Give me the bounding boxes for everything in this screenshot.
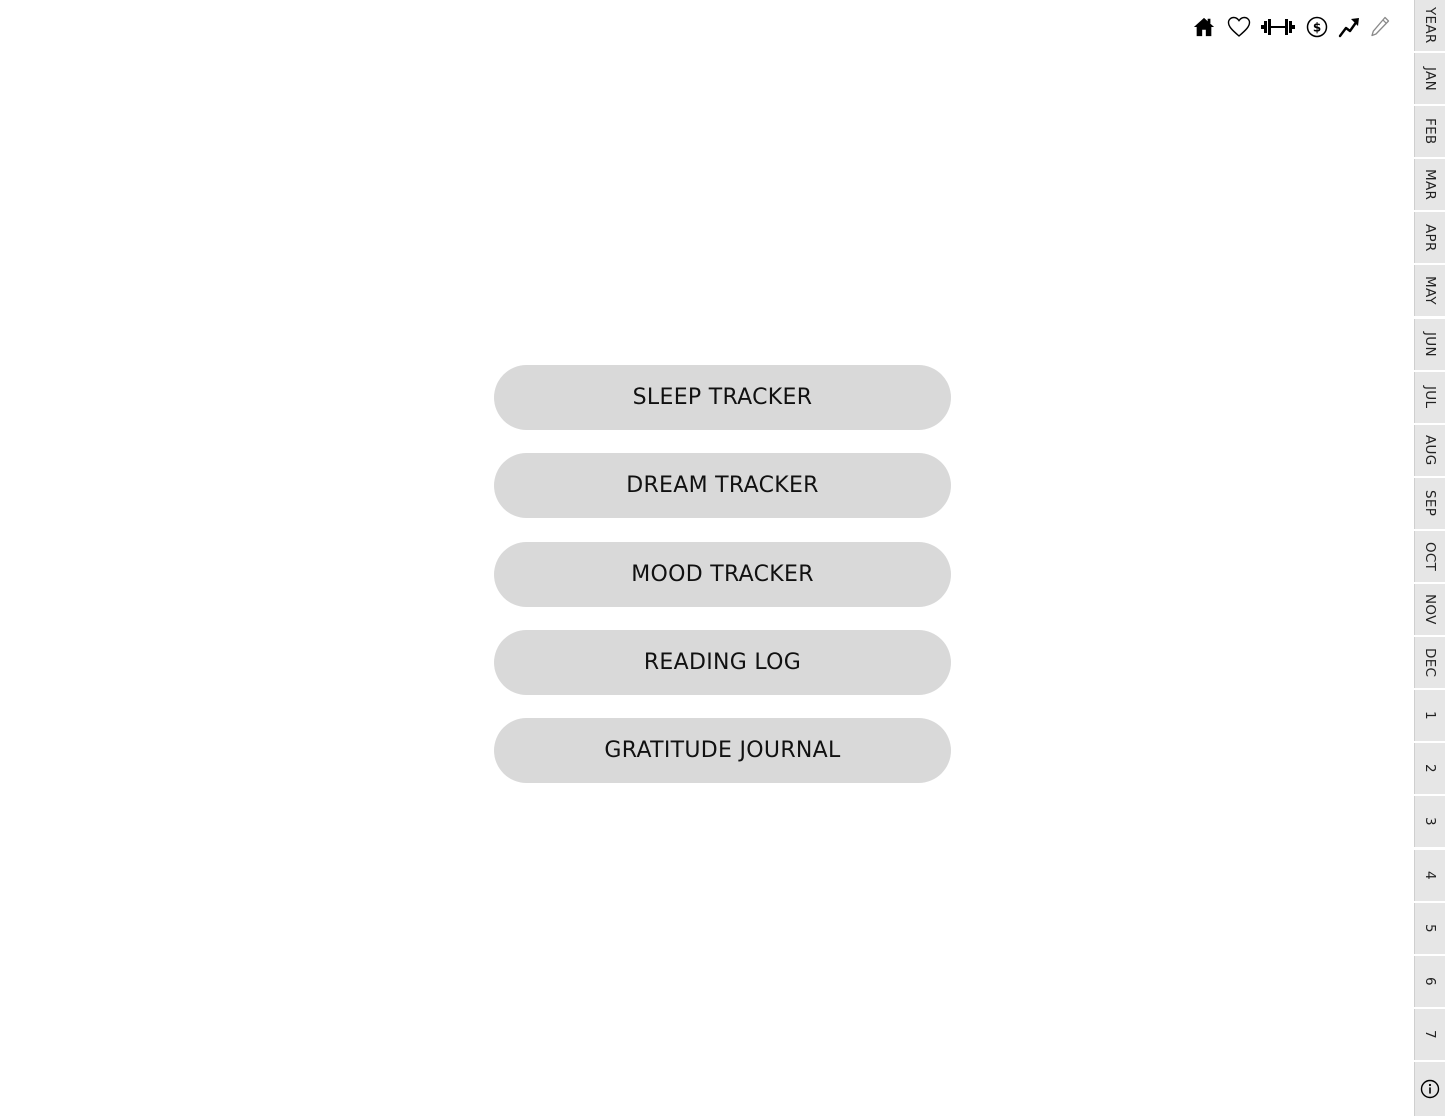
heart-icon[interactable]	[1224, 12, 1254, 42]
tab-oct[interactable]: OCT	[1414, 530, 1445, 582]
tab-label: JUL	[1422, 386, 1438, 409]
mood-tracker-button[interactable]: MOOD TRACKER	[494, 541, 951, 607]
svg-text:$: $	[1313, 21, 1321, 35]
tab-feb[interactable]: FEB	[1414, 106, 1445, 158]
tab-year[interactable]: YEAR	[1414, 0, 1445, 51]
tab-label: SEP	[1422, 490, 1438, 517]
tab-label: AUG	[1422, 435, 1438, 466]
home-icon[interactable]	[1190, 12, 1218, 42]
tab-jan[interactable]: JAN	[1414, 53, 1445, 105]
tab-label: 4	[1422, 870, 1438, 880]
tab-label: JAN	[1422, 66, 1438, 91]
pencil-icon[interactable]	[1368, 12, 1392, 42]
tab-label: 6	[1422, 976, 1438, 986]
tab-label: FEB	[1422, 118, 1438, 145]
tab-label: 7	[1422, 1029, 1438, 1039]
tab-label: DEC	[1422, 647, 1438, 678]
tab-week-2[interactable]: 2	[1414, 743, 1445, 795]
tab-label: JUN	[1422, 331, 1438, 357]
tracker-menu: SLEEP TRACKER DREAM TRACKER MOOD TRACKER…	[494, 365, 951, 806]
tab-week-7[interactable]: 7	[1414, 1008, 1445, 1060]
tab-mar[interactable]: MAR	[1414, 159, 1445, 211]
tab-label: APR	[1422, 224, 1438, 252]
info-icon	[1420, 1079, 1440, 1099]
tab-apr[interactable]: APR	[1414, 212, 1445, 264]
tab-week-6[interactable]: 6	[1414, 955, 1445, 1007]
side-tab-strip: YEAR JAN FEB MAR APR MAY JUN JUL AUG SEP…	[1414, 0, 1445, 1116]
tab-label: YEAR	[1422, 7, 1438, 44]
tab-info[interactable]	[1414, 1061, 1445, 1116]
sleep-tracker-button[interactable]: SLEEP TRACKER	[494, 365, 951, 430]
tab-label: OCT	[1422, 541, 1438, 572]
tab-label: MAY	[1422, 276, 1438, 306]
planner-page: $ SLEEP TRACKER DREAM TRACKER MOOD TRACK…	[0, 0, 1445, 1116]
tab-aug[interactable]: AUG	[1414, 424, 1445, 476]
tab-week-4[interactable]: 4	[1414, 849, 1445, 901]
top-icon-nav: $	[1190, 12, 1392, 42]
tab-week-3[interactable]: 3	[1414, 796, 1445, 848]
tab-label: 5	[1422, 923, 1438, 933]
trend-up-icon[interactable]	[1336, 12, 1362, 42]
dumbbell-icon[interactable]	[1258, 12, 1298, 42]
tab-sep[interactable]: SEP	[1414, 477, 1445, 529]
reading-log-button[interactable]: READING LOG	[494, 629, 951, 695]
tab-label: 1	[1422, 711, 1438, 721]
tab-may[interactable]: MAY	[1414, 265, 1445, 317]
tab-jul[interactable]: JUL	[1414, 371, 1445, 423]
dream-tracker-button[interactable]: DREAM TRACKER	[494, 453, 951, 519]
tab-nov[interactable]: NOV	[1414, 584, 1445, 636]
tab-label: 2	[1422, 764, 1438, 774]
tab-label: MAR	[1422, 169, 1438, 201]
tab-jun[interactable]: JUN	[1414, 318, 1445, 370]
gratitude-journal-button[interactable]: GRATITUDE JOURNAL	[494, 718, 951, 784]
tab-label: 3	[1422, 817, 1438, 827]
tab-label: NOV	[1422, 594, 1438, 625]
dollar-icon[interactable]: $	[1304, 12, 1330, 42]
tab-week-1[interactable]: 1	[1414, 690, 1445, 742]
tab-dec[interactable]: DEC	[1414, 637, 1445, 689]
tab-week-5[interactable]: 5	[1414, 902, 1445, 954]
